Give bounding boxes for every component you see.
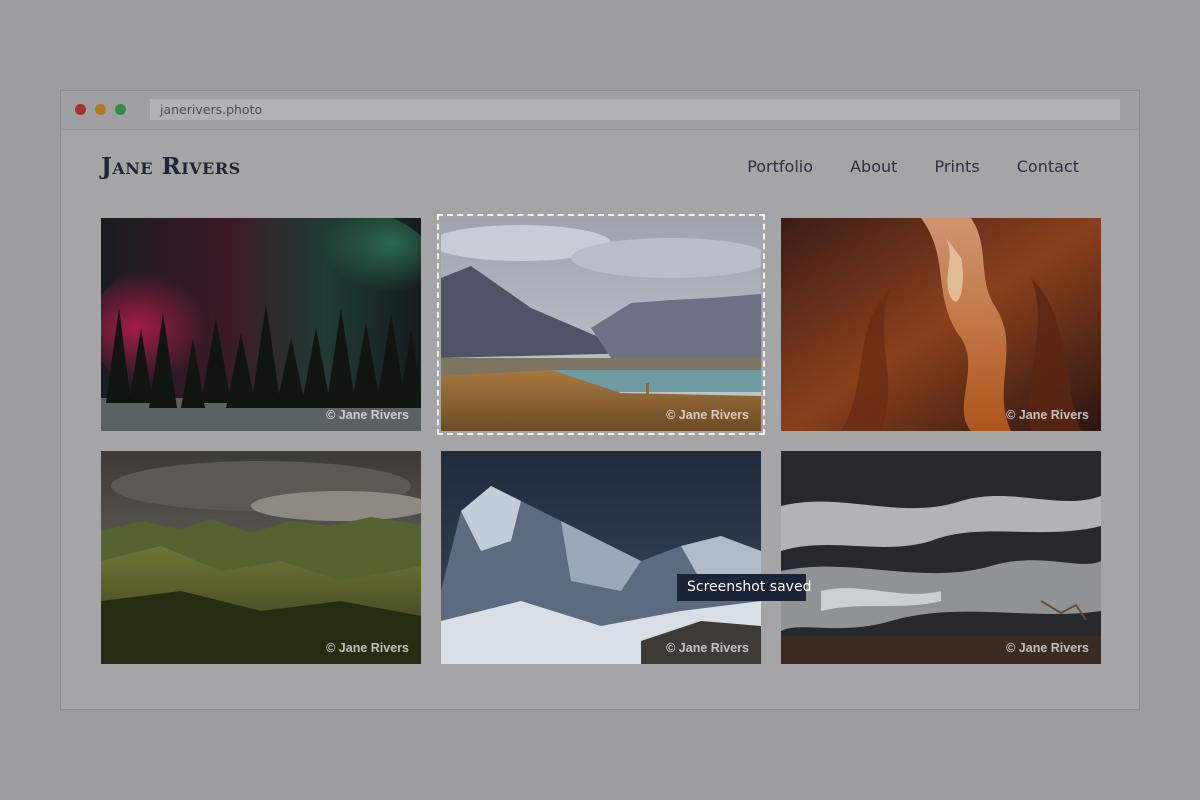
green-hills-image: [101, 451, 421, 664]
photo-grid: © Jane Rivers © Jane Rivers © Jane River…: [101, 214, 1101, 664]
screenshot-toast: Screenshot saved: [677, 574, 811, 601]
photo-credit: © Jane Rivers: [666, 641, 749, 655]
photo-mountain-lake[interactable]: © Jane Rivers: [441, 218, 761, 431]
nav-prints[interactable]: Prints: [935, 157, 980, 176]
main-nav: Portfolio About Prints Contact: [715, 157, 1079, 176]
aurora-forest-image: [101, 218, 421, 431]
minimize-window-icon[interactable]: [95, 104, 106, 115]
nav-contact[interactable]: Contact: [1017, 157, 1079, 176]
photo-slot-canyon[interactable]: © Jane Rivers: [781, 218, 1101, 431]
ocean-waves-image: [781, 451, 1101, 664]
photo-credit: © Jane Rivers: [666, 408, 749, 422]
maximize-window-icon[interactable]: [115, 104, 126, 115]
site-brand[interactable]: Jane Rivers: [101, 153, 241, 180]
photo-credit: © Jane Rivers: [1006, 408, 1089, 422]
photo-credit: © Jane Rivers: [326, 408, 409, 422]
photo-snowy-peaks[interactable]: © Jane Rivers: [441, 451, 761, 664]
photo-credit: © Jane Rivers: [326, 641, 409, 655]
photo-credit: © Jane Rivers: [1006, 641, 1089, 655]
photo-ocean-waves[interactable]: © Jane Rivers: [781, 451, 1101, 664]
nav-portfolio[interactable]: Portfolio: [747, 157, 813, 176]
photo-aurora-forest[interactable]: © Jane Rivers: [101, 218, 421, 431]
browser-titlebar: janerivers.photo: [61, 91, 1139, 130]
browser-window: janerivers.photo Jane Rivers Portfolio A…: [60, 90, 1140, 710]
snowy-peaks-image: [441, 451, 761, 664]
nav-about[interactable]: About: [850, 157, 897, 176]
mountain-lake-image: [441, 218, 761, 431]
address-bar[interactable]: janerivers.photo: [150, 99, 1120, 120]
close-window-icon[interactable]: [75, 104, 86, 115]
photo-green-hills[interactable]: © Jane Rivers: [101, 451, 421, 664]
slot-canyon-image: [781, 218, 1101, 431]
